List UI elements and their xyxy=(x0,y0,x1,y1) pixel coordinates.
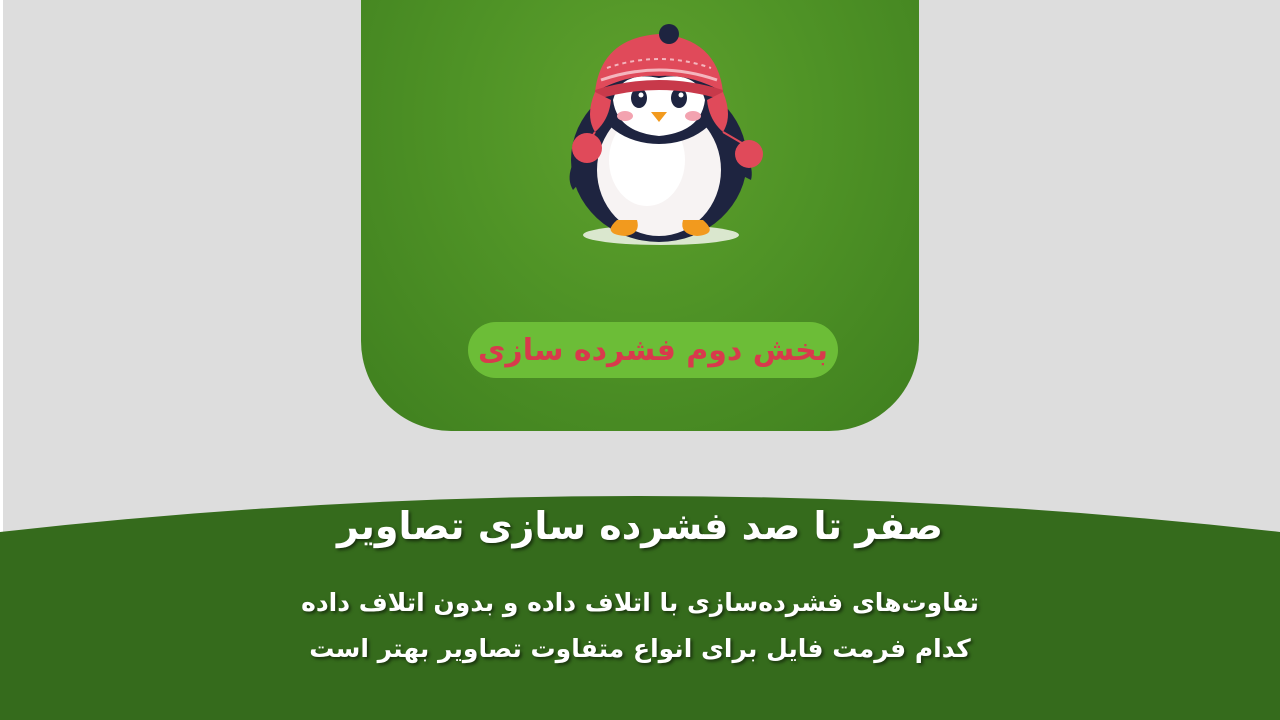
hero-card: بخش دوم فشرده سازی xyxy=(361,0,919,431)
section-badge: بخش دوم فشرده سازی xyxy=(468,322,838,378)
section-badge-label: بخش دوم فشرده سازی xyxy=(477,332,829,368)
main-title: صفر تا صد فشرده سازی تصاویر xyxy=(336,504,944,548)
penguin-with-knit-hat-icon xyxy=(569,24,763,245)
bottom-band-content: صفر تا صد فشرده سازی تصاویر تفاوت‌های فش… xyxy=(0,480,1280,720)
slide: بخش دوم فشرده سازی صفر تا صد فشرده سازی … xyxy=(0,0,1280,720)
subtitle-line-1: تفاوت‌های فشرده‌سازی با اتلاف داده و بدو… xyxy=(301,588,979,617)
subtitle-line-2: کدام فرمت فایل برای انواع متفاوت تصاویر … xyxy=(309,634,971,663)
